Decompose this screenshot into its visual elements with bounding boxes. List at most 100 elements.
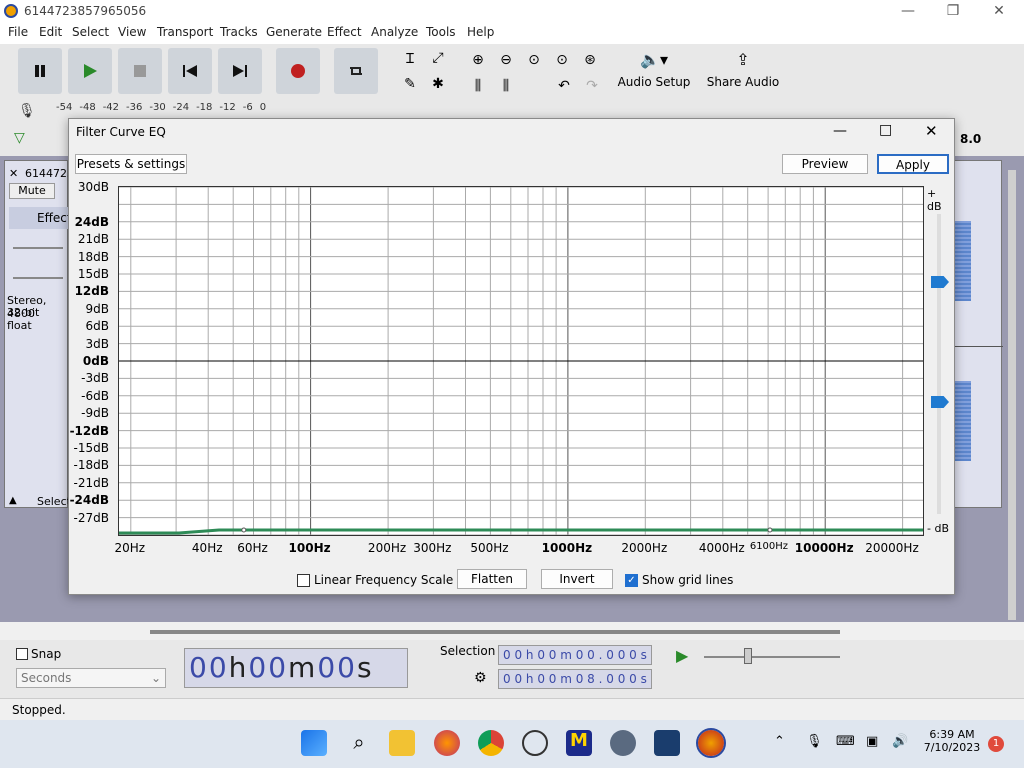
tray-chevron-icon[interactable]: ⌃ [774, 734, 785, 749]
skip-start-button[interactable] [168, 48, 212, 94]
play-at-speed-icon[interactable]: ▶ [676, 646, 688, 665]
skip-end-button[interactable] [218, 48, 262, 94]
vertical-scrollbar[interactable] [1008, 170, 1016, 620]
eq-curve-plot[interactable] [118, 186, 924, 536]
dialog-minimize-button[interactable]: — [833, 123, 847, 139]
grid-lines-checkbox[interactable]: ✓ [625, 573, 638, 587]
gear-icon[interactable]: ⚙ [474, 670, 487, 686]
linear-scale-checkbox[interactable] [297, 573, 310, 587]
notification-badge[interactable]: 1 [988, 736, 1004, 752]
snap-unit-select[interactable]: Seconds ⌄ [16, 668, 166, 688]
linear-scale-option[interactable]: Linear Frequency Scale [297, 573, 453, 587]
selection-tool-icon[interactable]: Ɪ [398, 46, 422, 70]
search-icon[interactable]: ⌕ [346, 730, 372, 756]
status-bar: Stopped. [0, 698, 1024, 720]
time-minutes: 00 [248, 651, 289, 684]
grid-lines-option[interactable]: ✓ Show grid lines [625, 573, 733, 587]
chrome-icon[interactable] [478, 730, 504, 756]
menu-file[interactable]: File [8, 25, 28, 39]
multi-tool-icon[interactable]: ✱ [426, 72, 450, 96]
flatten-button[interactable]: Flatten [457, 569, 527, 589]
edit-group: ⫼ ⫼ ↶ ↷ [466, 74, 604, 98]
apply-button[interactable]: Apply [877, 154, 949, 174]
draw-tool-icon[interactable]: ✎ [398, 72, 422, 96]
zoom-in-icon[interactable]: ⊕ [466, 48, 490, 72]
menu-tracks[interactable]: Tracks [220, 25, 258, 39]
redo-icon[interactable]: ↷ [580, 74, 604, 98]
menu-select[interactable]: Select [72, 25, 109, 39]
selection-end-time[interactable]: 0 0 h 0 0 m 0 8 . 0 0 0 s [498, 669, 652, 689]
menu-analyze[interactable]: Analyze [371, 25, 418, 39]
maximize-button[interactable]: ❐ [930, 0, 976, 22]
db-max-slider-thumb[interactable] [931, 276, 949, 288]
eq-control-point[interactable] [241, 527, 247, 533]
trim-icon[interactable]: ⫼ [466, 74, 490, 98]
eq-control-point[interactable] [767, 527, 773, 533]
video-editor-icon[interactable] [654, 730, 680, 756]
stop-button[interactable] [118, 48, 162, 94]
zoom-fit-icon[interactable]: ⊙ [550, 48, 574, 72]
tray-mic-icon[interactable]: 🎙 [806, 734, 823, 749]
file-explorer-icon[interactable] [389, 730, 415, 756]
mic-icon: 🎙 [18, 103, 36, 119]
keyboard-icon[interactable]: ⌨ [836, 734, 855, 749]
zoom-out-icon[interactable]: ⊖ [494, 48, 518, 72]
zoom-toggle-icon[interactable]: ⊛ [578, 48, 602, 72]
channel-divider [953, 346, 1003, 347]
pause-button[interactable] [18, 48, 62, 94]
invert-button[interactable]: Invert [541, 569, 613, 589]
menu-help[interactable]: Help [467, 25, 494, 39]
menu-effect[interactable]: Effect [327, 25, 362, 39]
zoom-selection-icon[interactable]: ⊙ [522, 48, 546, 72]
eq-curve[interactable] [119, 528, 923, 535]
record-meter[interactable]: -54 -48 -42 -36 -30 -24 -18 -12 -6 0 [56, 102, 1024, 113]
audio-position-display[interactable]: 00h00m00s [184, 648, 408, 688]
horizontal-scrollbar[interactable] [150, 630, 840, 634]
share-audio-button[interactable]: ⇪ Share Audio [706, 46, 780, 98]
network-icon[interactable]: ▣ [866, 734, 878, 749]
presets-settings-button[interactable]: Presets & settings [75, 154, 187, 174]
menu-view[interactable]: View [118, 25, 146, 39]
clock[interactable]: 6:39 AM 7/10/2023 [920, 728, 984, 754]
audacity-icon[interactable] [696, 728, 726, 758]
obs-icon[interactable] [522, 730, 548, 756]
envelope-tool-icon[interactable]: ⤢ [426, 46, 450, 70]
audio-setup-button[interactable]: 🔈▾ Audio Setup [616, 46, 692, 98]
y-tick-label: 0dB [82, 354, 109, 368]
silence-icon[interactable]: ⫼ [494, 74, 518, 98]
dialog-close-button[interactable]: ✕ [925, 122, 938, 140]
settings-icon[interactable] [610, 730, 636, 756]
undo-icon[interactable]: ↶ [552, 74, 576, 98]
volume-icon[interactable]: 🔊 [892, 734, 908, 749]
menu-generate[interactable]: Generate [266, 25, 322, 39]
y-tick-label: 9dB [85, 301, 109, 316]
waveform-view[interactable] [952, 160, 1003, 508]
menu-transport[interactable]: Transport [157, 25, 213, 39]
play-speed-slider[interactable] [704, 656, 840, 658]
firefox-icon[interactable] [434, 730, 460, 756]
snap-checkbox[interactable] [16, 648, 28, 660]
play-speed-thumb[interactable] [744, 648, 752, 664]
gain-slider[interactable] [13, 247, 63, 249]
snap-option[interactable]: Snap [16, 647, 61, 661]
start-icon[interactable] [301, 730, 327, 756]
preview-button[interactable]: Preview [782, 154, 868, 174]
menu-tools[interactable]: Tools [426, 25, 456, 39]
play-button[interactable] [68, 48, 112, 94]
menu-edit[interactable]: Edit [39, 25, 62, 39]
record-button[interactable] [276, 48, 320, 94]
selection-start-time[interactable]: 0 0 h 0 0 m 0 0 . 0 0 0 s [498, 645, 652, 665]
app-m-icon[interactable]: M [566, 730, 592, 756]
dialog-maximize-button[interactable]: □ [879, 122, 892, 138]
track-close-icon[interactable]: ✕ [9, 167, 18, 180]
minimize-button[interactable]: — [885, 0, 931, 22]
close-button[interactable]: ✕ [976, 0, 1022, 22]
effects-button[interactable]: Effects [9, 207, 78, 229]
loop-button[interactable] [334, 48, 378, 94]
stop-icon [134, 65, 146, 77]
collapse-icon[interactable]: ▲ [9, 495, 17, 506]
mute-button[interactable]: Mute [9, 183, 55, 199]
db-min-slider-thumb[interactable] [931, 396, 949, 408]
pan-slider[interactable] [13, 277, 63, 279]
play-icon [84, 64, 97, 78]
